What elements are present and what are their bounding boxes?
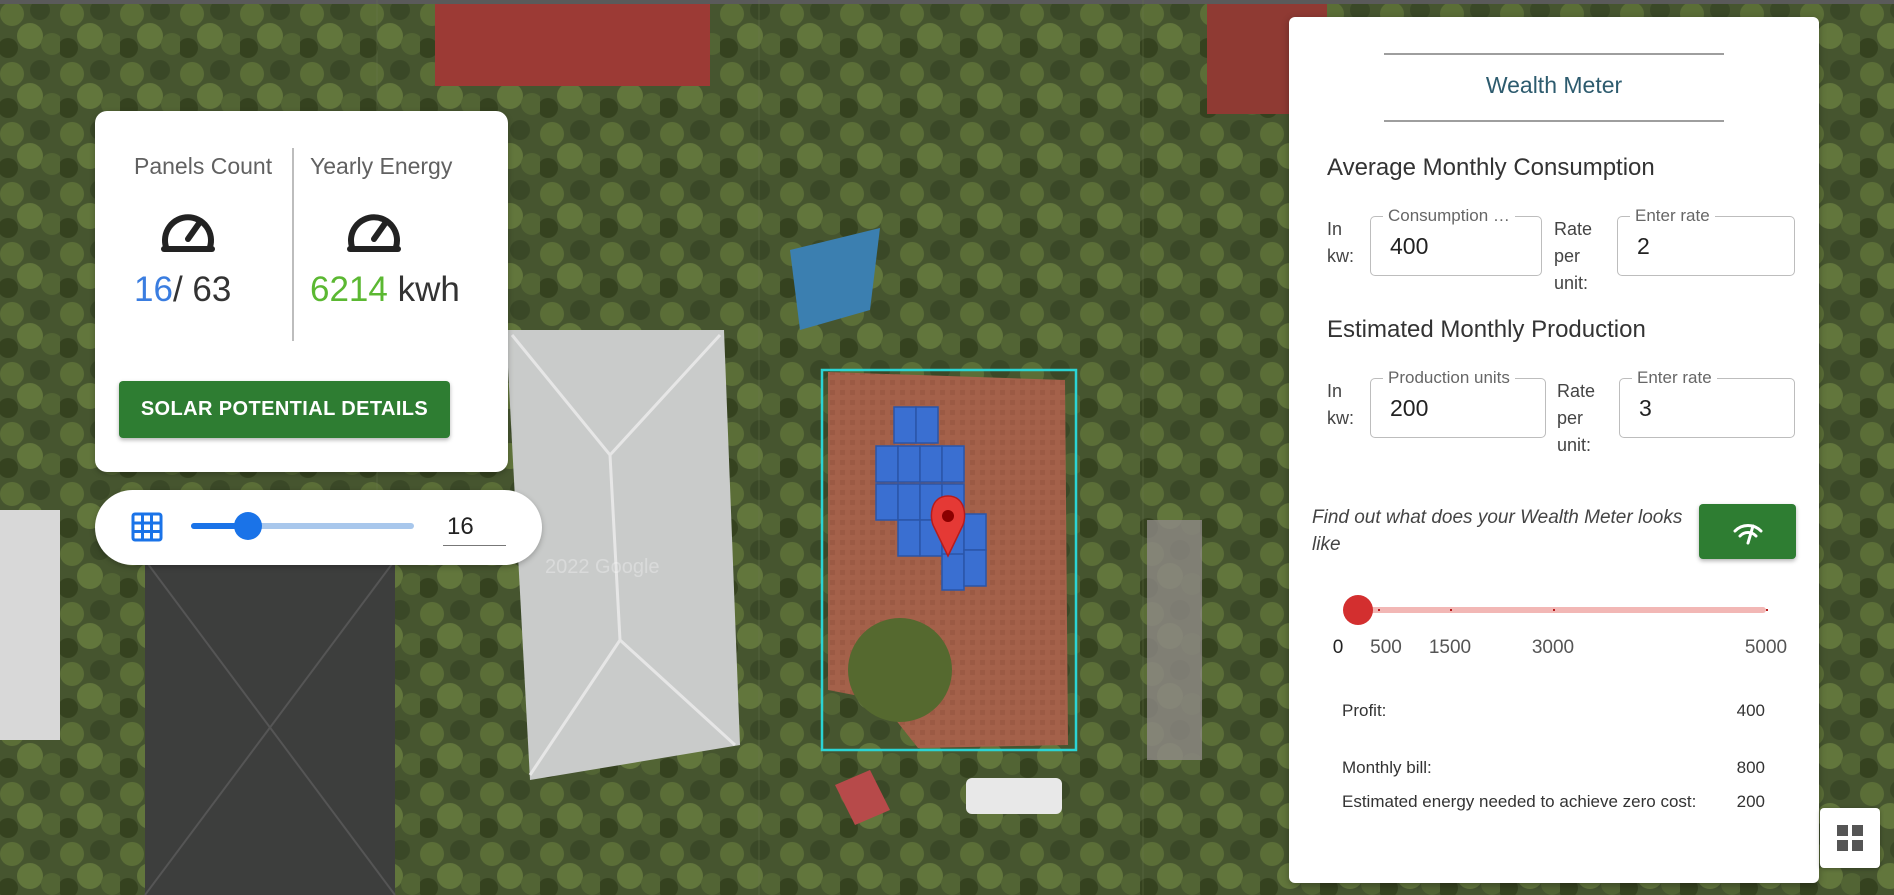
- panels-selected: 16: [134, 270, 173, 309]
- consumption-input[interactable]: [1390, 233, 1490, 260]
- zero-cost-value: 200: [1736, 792, 1765, 811]
- wealth-slider-mark-label: 500: [1370, 637, 1402, 658]
- yearly-energy-stat: Yearly Energy 6214 kwh: [310, 153, 500, 310]
- production-input[interactable]: [1390, 395, 1490, 422]
- yearly-energy-label: Yearly Energy: [310, 153, 453, 179]
- consumption-rate-field-label: Enter rate: [1630, 206, 1715, 226]
- speedometer-icon: [346, 207, 500, 257]
- production-rate-label: Rate per unit:: [1557, 381, 1596, 455]
- panels-count-stat: Panels Count 16/ 63: [134, 153, 294, 310]
- energy-number: 6214: [310, 270, 388, 309]
- wealth-meter-prompt: Find out what does your Wealth Meter loo…: [1312, 507, 1683, 555]
- production-heading: Estimated Monthly Production: [1327, 316, 1646, 343]
- consumption-rate-input[interactable]: [1637, 233, 1737, 260]
- monthly-bill-label: Monthly bill:: [1342, 758, 1432, 777]
- show-wealth-meter-button[interactable]: [1699, 504, 1796, 559]
- consumption-rate-label: Rate per unit:: [1554, 219, 1593, 293]
- wealth-slider-mark-label: 1500: [1428, 637, 1472, 658]
- grid-icon: [131, 512, 163, 547]
- wealth-meter-title: Wealth Meter: [1485, 72, 1623, 98]
- production-field-label: Production units: [1383, 368, 1515, 388]
- wealth-slider-mark-label: 5000: [1744, 637, 1788, 658]
- energy-unit: kwh: [387, 270, 460, 309]
- stats-divider: [292, 148, 294, 341]
- consumption-field[interactable]: Consumption …: [1370, 206, 1542, 276]
- panel-count-slider-bar: [95, 490, 542, 565]
- consumption-field-label: Consumption …: [1383, 206, 1515, 226]
- profit-value: 400: [1736, 701, 1765, 720]
- map-watermark: 2022 Google: [545, 556, 660, 578]
- wealth-slider-mark: [1553, 609, 1555, 611]
- wifi-signal-icon: [1733, 524, 1763, 545]
- panels-count-label: Panels Count: [134, 153, 273, 179]
- consumption-rate-field[interactable]: Enter rate: [1617, 206, 1795, 276]
- speedometer-icon: [160, 207, 294, 257]
- production-rate-field-label: Enter rate: [1632, 368, 1717, 388]
- consumption-heading: Average Monthly Consumption: [1327, 154, 1655, 181]
- production-rate-field[interactable]: Enter rate: [1619, 368, 1795, 438]
- wealth-slider-thumb[interactable]: [1343, 595, 1373, 625]
- wealth-slider-mark-label: 3000: [1531, 637, 1575, 658]
- panels-total: / 63: [172, 270, 232, 309]
- monthly-bill-value: 800: [1736, 758, 1765, 777]
- wealth-meter-panel: Wealth Meter Average Monthly Consumption…: [1289, 17, 1819, 883]
- profit-label: Profit:: [1342, 701, 1387, 720]
- wealth-slider-mark: [1378, 609, 1380, 611]
- wealth-slider-mark: [1766, 609, 1768, 611]
- wealth-meter-slider[interactable]: [1343, 595, 1768, 625]
- consumption-unit-label: In kw:: [1327, 219, 1354, 266]
- production-unit-label: In kw:: [1327, 381, 1354, 428]
- title-divider-top: [1384, 53, 1724, 55]
- wealth-slider-mark: [1450, 609, 1452, 611]
- panel-slider-thumb[interactable]: [234, 512, 262, 540]
- panels-count-value: 16/ 63: [134, 270, 294, 310]
- yearly-energy-value: 6214 kwh: [310, 270, 500, 310]
- panel-slider-track[interactable]: [191, 512, 414, 540]
- solar-potential-details-button[interactable]: SOLAR POTENTIAL DETAILS: [119, 381, 450, 438]
- solar-stats-card: Panels Count 16/ 63 Yearly Energy 6214 k…: [95, 111, 508, 472]
- production-field[interactable]: Production units: [1370, 368, 1546, 438]
- production-rate-input[interactable]: [1639, 395, 1739, 422]
- layout-toggle-button[interactable]: [1820, 808, 1880, 868]
- zero-cost-label: Estimated energy needed to achieve zero …: [1342, 792, 1697, 811]
- dashboard-icon: [1837, 825, 1863, 851]
- title-divider-bottom: [1384, 120, 1724, 122]
- panel-count-input[interactable]: [443, 508, 506, 546]
- wealth-slider-mark-label: 0: [1332, 637, 1344, 658]
